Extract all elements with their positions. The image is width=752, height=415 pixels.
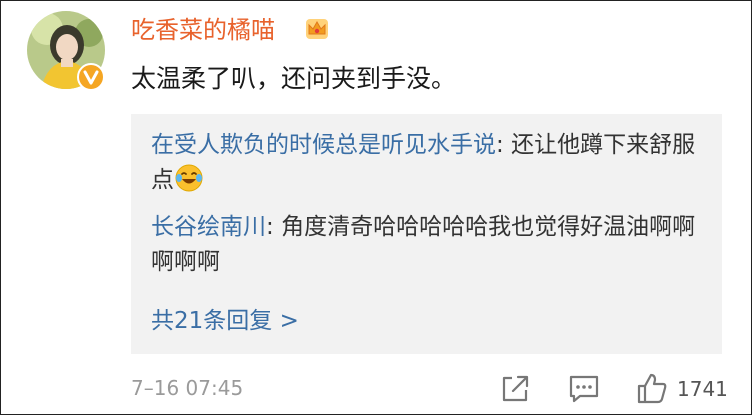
like-count: 1741 xyxy=(677,377,728,401)
crown-badge-icon xyxy=(306,19,328,39)
username[interactable]: 吃香菜的橘喵 xyxy=(131,13,275,47)
comment-card: 吃香菜的橘喵 太温柔了叭，还问夹到手没。 在受人欺负的时候总是听见水手说: 还让… xyxy=(0,0,752,415)
verified-v-icon xyxy=(77,63,105,91)
reply-author-link[interactable]: 在受人欺负的时候总是听见水手说 xyxy=(151,132,496,158)
comment-icon[interactable] xyxy=(567,371,601,405)
replies-panel: 在受人欺负的时候总是听见水手说: 还让他蹲下来舒服点 长谷绘南川: 角度清奇哈哈… xyxy=(131,114,722,354)
comment-text: 太温柔了叭，还问夹到手没。 xyxy=(131,64,457,93)
timestamp: 7–16 07:45 xyxy=(131,376,244,400)
reply-item: 在受人欺负的时候总是听见水手说: 还让他蹲下来舒服点 xyxy=(151,128,711,198)
reply-author-link[interactable]: 长谷绘南川 xyxy=(151,214,266,240)
reply-separator: : xyxy=(496,132,512,158)
view-more-replies-link[interactable]: 共21条回复 > xyxy=(151,304,299,339)
reply-item: 长谷绘南川: 角度清奇哈哈哈哈哈我也觉得好温油啊啊啊啊啊 xyxy=(151,210,711,280)
like-button[interactable]: 1741 xyxy=(635,371,735,405)
laughing-tears-emoji-icon xyxy=(175,164,203,192)
reply-separator: : xyxy=(266,214,282,240)
like-thumb-icon xyxy=(637,373,667,404)
share-icon[interactable] xyxy=(499,371,531,405)
